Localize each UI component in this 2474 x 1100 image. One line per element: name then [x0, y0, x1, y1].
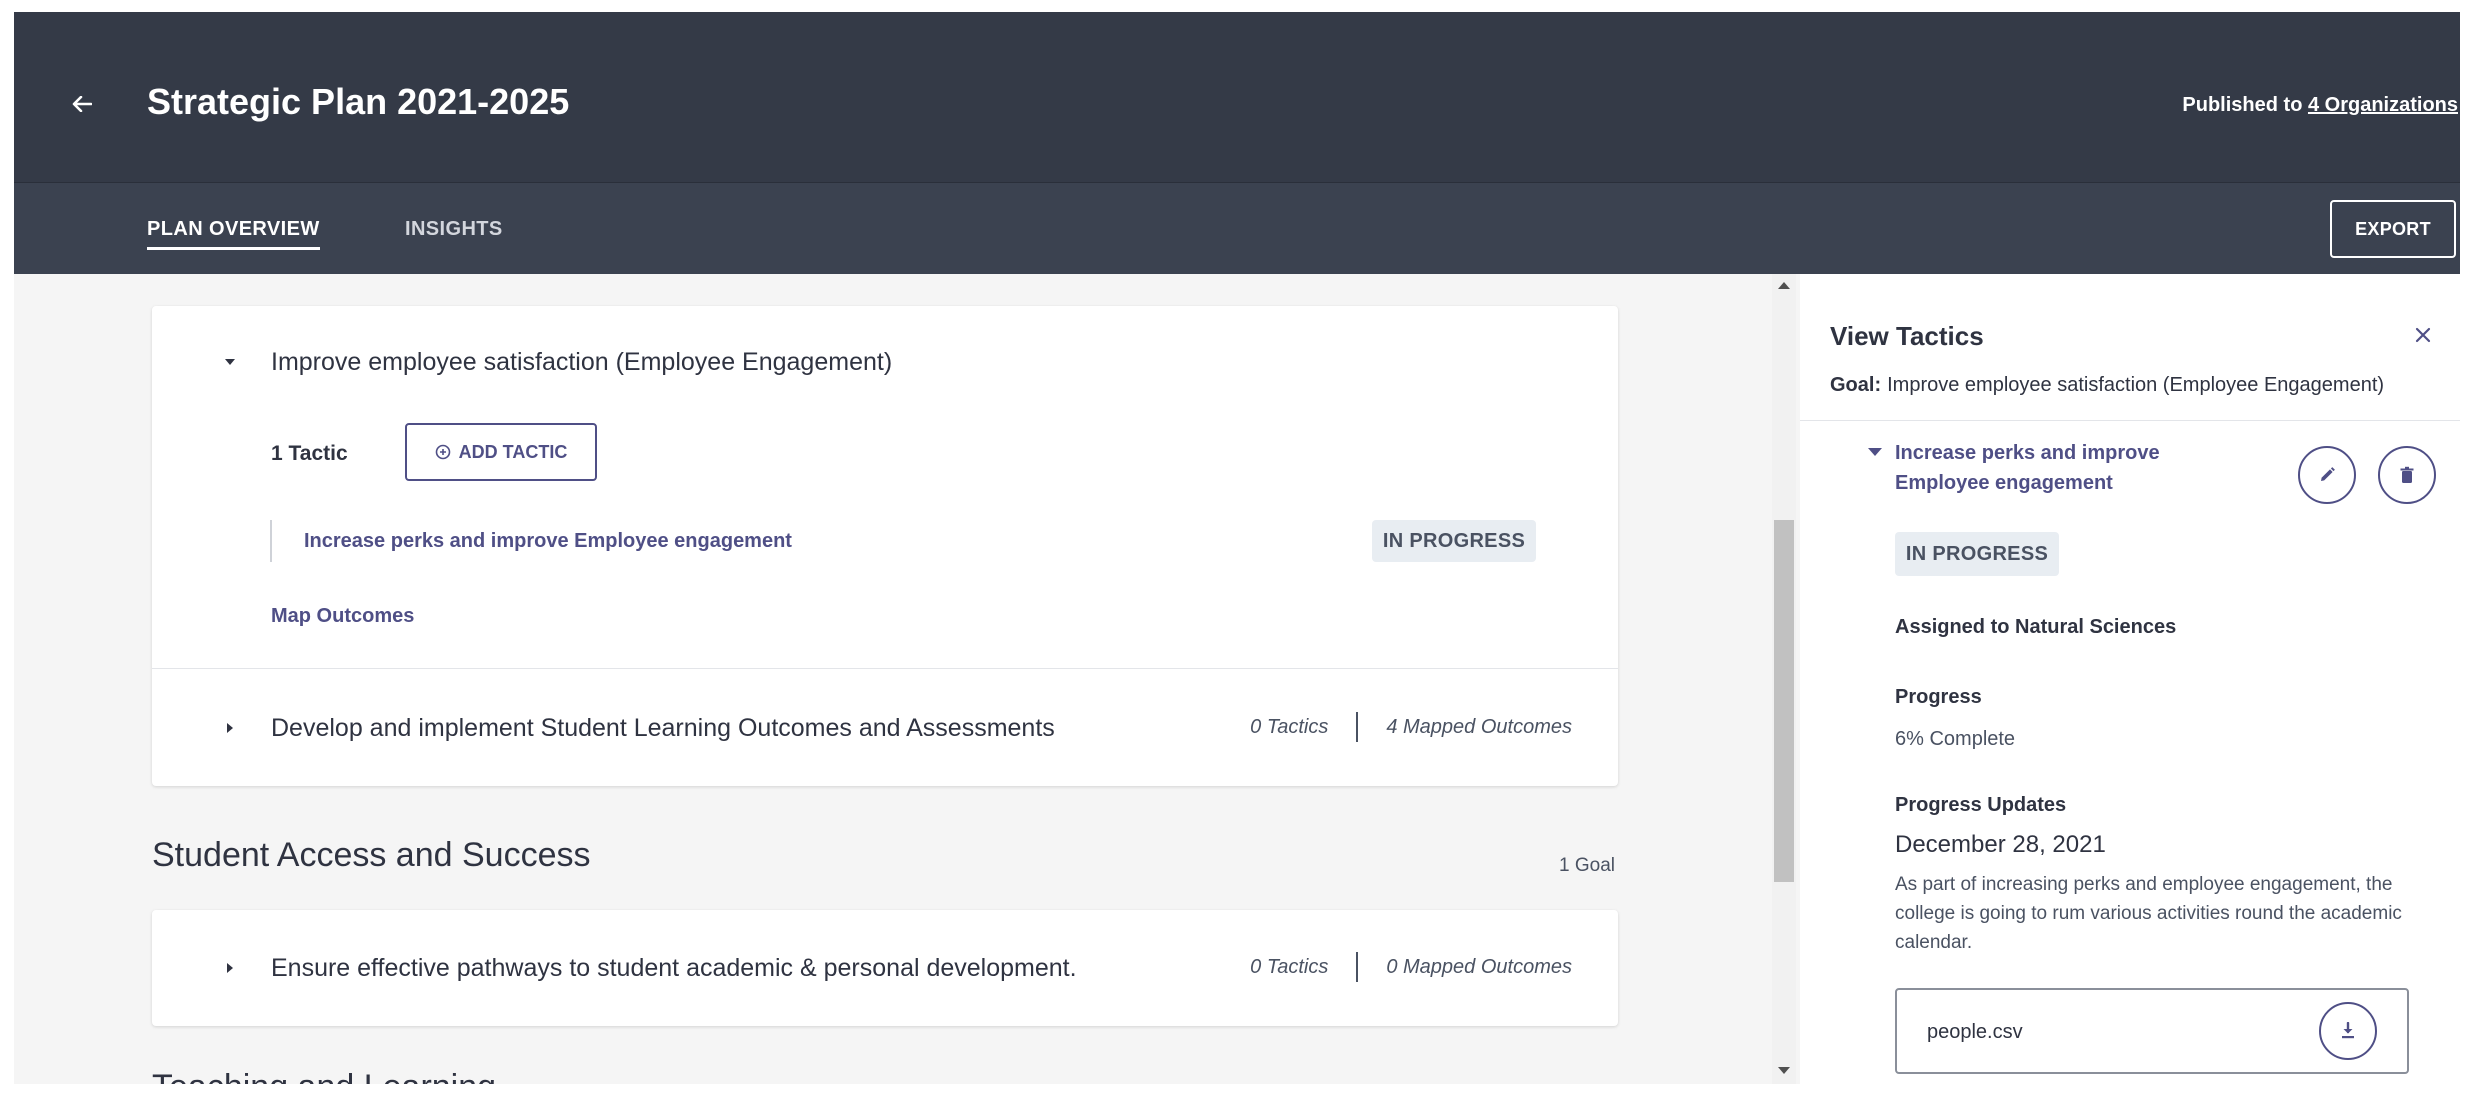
pencil-icon: [2321, 467, 2335, 481]
mapped-outcomes-count: 0 Mapped Outcomes: [1386, 955, 1572, 978]
divider: [1800, 420, 2460, 421]
page-title: Strategic Plan 2021-2025: [147, 81, 570, 122]
caret-down-icon[interactable]: [1868, 448, 1882, 456]
tactic-link[interactable]: Increase perks and improve Employee enga…: [304, 527, 792, 555]
tactic-count: 0 Tactics: [1250, 715, 1329, 738]
trash-icon: [2400, 466, 2414, 483]
goal-title[interactable]: Improve employee satisfaction (Employee …: [271, 346, 892, 378]
goals-card: Ensure effective pathways to student aca…: [152, 910, 1618, 1026]
metrics-separator: [1356, 712, 1359, 742]
tactic-count: 1 Tactic: [271, 442, 348, 465]
tactic-indent-line: [270, 520, 272, 562]
download-icon: [2342, 1022, 2354, 1039]
published-info: Published to 4 Organizations: [2182, 92, 2458, 118]
goal-title[interactable]: Develop and implement Student Learning O…: [271, 712, 1055, 744]
back-arrow-icon: [72, 96, 92, 112]
goal-metrics: 0 Tactics 4 Mapped Outcomes: [1250, 712, 1572, 742]
panel-goal: Goal: Improve employee satisfaction (Empl…: [1830, 372, 2384, 398]
download-button[interactable]: [2319, 1002, 2377, 1060]
scroll-thumb[interactable]: [1774, 520, 1794, 882]
mapped-outcomes-count: 4 Mapped Outcomes: [1386, 715, 1572, 738]
delete-tactic-button[interactable]: [2378, 446, 2436, 504]
edit-tactic-button[interactable]: [2298, 446, 2356, 504]
section-goal-count: 1 Goal: [1559, 855, 1615, 876]
goals-card: Improve employee satisfaction (Employee …: [152, 306, 1618, 786]
caret-right-icon: [227, 723, 233, 733]
add-tactic-label: ADD TACTIC: [458, 441, 568, 462]
assigned-label: Assigned to Natural Sciences: [1895, 616, 2177, 638]
top-header: Strategic Plan 2021-2025 Published to 4 …: [14, 12, 2460, 182]
tab-insights[interactable]: INSIGHTS: [405, 216, 503, 242]
goal-label: Goal:: [1830, 374, 1882, 396]
update-text: As part of increasing perks and employee…: [1895, 874, 2402, 953]
status-badge: IN PROGRESS: [1372, 520, 1536, 562]
published-prefix: Published to: [2182, 94, 2308, 116]
status-badge: IN PROGRESS: [1895, 532, 2059, 576]
file-attachment: people.csv: [1895, 988, 2409, 1074]
back-button[interactable]: [60, 82, 104, 126]
collapse-goal-toggle[interactable]: [224, 356, 236, 368]
update-date: December 28, 2021: [1895, 831, 2106, 858]
tactic-count: 0 Tactics: [1250, 955, 1329, 978]
divider: [152, 668, 1618, 669]
plan-content: Improve employee satisfaction (Employee …: [14, 274, 1786, 1084]
map-outcomes-link[interactable]: Map Outcomes: [271, 602, 414, 630]
caret-down-icon: [225, 359, 235, 365]
tab-bar: [14, 182, 2460, 274]
close-panel-button[interactable]: [2408, 320, 2438, 350]
section-title: Student Access and Success: [152, 836, 591, 874]
scroll-up-arrow[interactable]: [1778, 282, 1790, 289]
view-tactics-panel: View Tactics Goal: Improve employee satis…: [1800, 274, 2460, 1084]
panel-tactic-title: Increase perks and improve Employee enga…: [1895, 442, 2160, 494]
add-tactic-button[interactable]: ADD TACTIC: [405, 423, 597, 481]
app-frame: Strategic Plan 2021-2025 Published to 4 …: [14, 12, 2460, 1084]
add-circle-icon: [435, 444, 450, 460]
expand-goal-toggle[interactable]: [224, 962, 236, 974]
section-title: Teaching and Learning: [152, 1066, 496, 1084]
panel-title: View Tactics: [1830, 321, 1984, 351]
caret-right-icon: [227, 963, 233, 973]
goal-metrics: 0 Tactics 0 Mapped Outcomes: [1250, 952, 1572, 982]
scrollbar[interactable]: [1772, 274, 1796, 1084]
scroll-down-arrow[interactable]: [1778, 1067, 1790, 1074]
export-button[interactable]: EXPORT: [2330, 200, 2456, 258]
goal-title[interactable]: Ensure effective pathways to student aca…: [271, 952, 1077, 984]
goal-value: Improve employee satisfaction (Employee …: [1887, 374, 2385, 396]
organizations-link[interactable]: 4 Organizations: [2308, 94, 2458, 116]
close-icon: [2415, 327, 2431, 343]
expand-goal-toggle[interactable]: [224, 722, 236, 734]
metrics-separator: [1356, 952, 1359, 982]
file-name: people.csv: [1927, 1021, 2023, 1043]
progress-label: Progress: [1895, 686, 1982, 708]
progress-updates-label: Progress Updates: [1895, 794, 2067, 816]
tab-plan-overview[interactable]: PLAN OVERVIEW: [147, 216, 320, 250]
progress-value: 6% Complete: [1895, 728, 2016, 750]
